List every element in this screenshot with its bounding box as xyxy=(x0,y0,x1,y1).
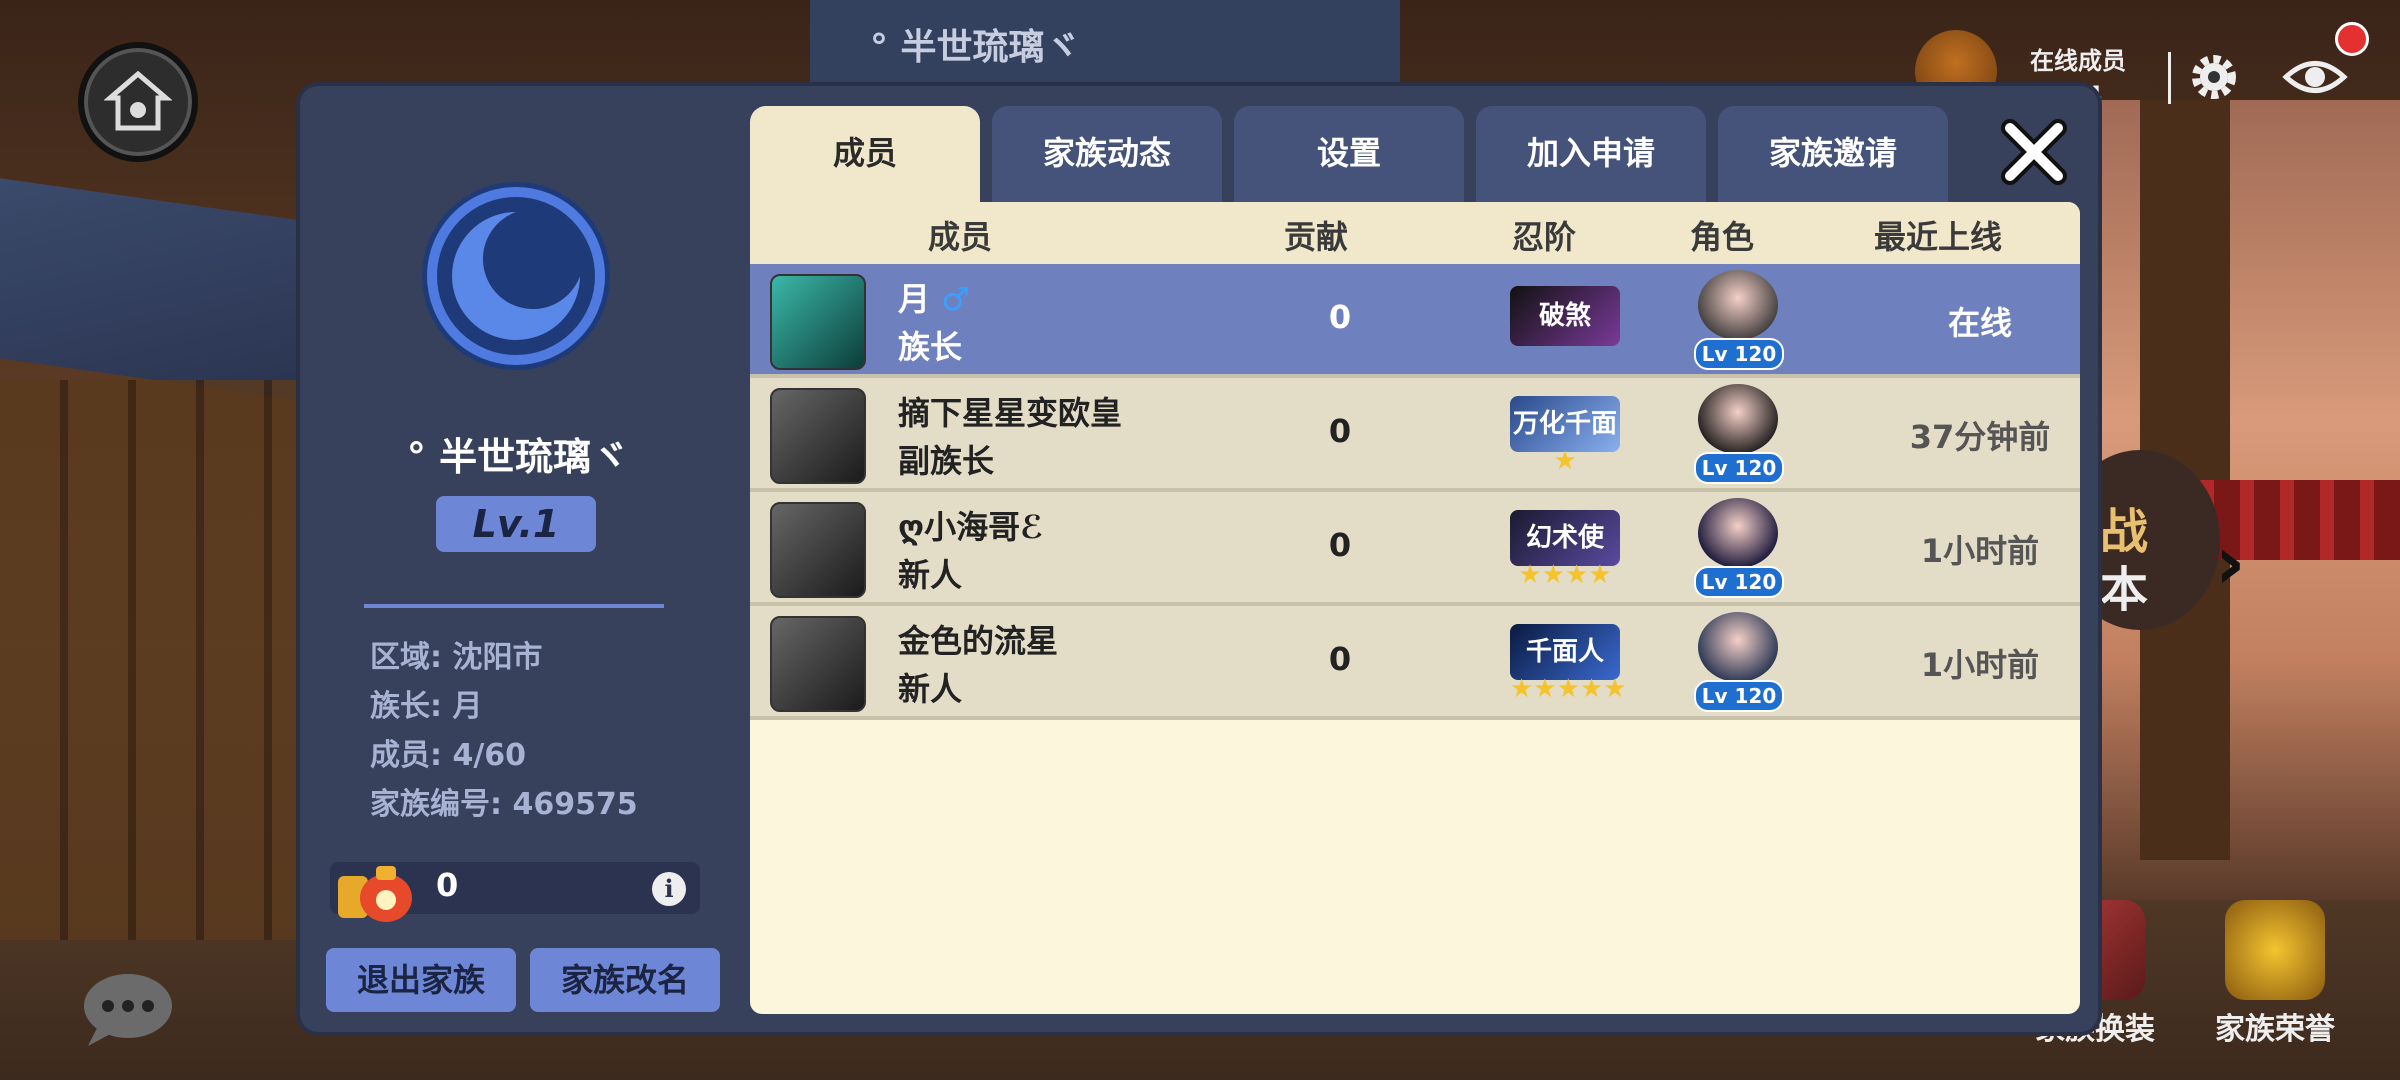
table-row[interactable]: 月 ♂ 族长 0 破煞 Lv 120 在线 xyxy=(750,264,2080,378)
member-level-badge: Lv 120 xyxy=(1694,680,1784,712)
member-avatar xyxy=(770,274,866,370)
tab-clan-invites[interactable]: 家族邀请 xyxy=(1718,106,1948,202)
money-bag-icon xyxy=(338,866,412,922)
members-table: 成员 贡献 忍阶 角色 最近上线 月 ♂ 族长 0 破煞 Lv 120 在线 摘… xyxy=(750,202,2080,1014)
clan-funds-value: 0 xyxy=(436,866,459,904)
divider xyxy=(364,604,664,608)
member-title: 副族长 xyxy=(898,442,995,480)
member-avatar xyxy=(770,502,866,598)
member-avatar xyxy=(770,616,866,712)
home-button[interactable] xyxy=(78,42,198,162)
tab-settings[interactable]: 设置 xyxy=(1234,106,1464,202)
header-last-online: 最近上线 xyxy=(1874,218,2003,256)
chat-button[interactable] xyxy=(78,970,178,1050)
member-character-avatar xyxy=(1698,270,1778,340)
member-level-badge: Lv 120 xyxy=(1694,566,1784,598)
member-last-online: 1小时前 xyxy=(1920,532,2040,570)
quit-clan-button[interactable]: 退出家族 xyxy=(326,948,516,1012)
member-character-avatar xyxy=(1698,498,1778,568)
clan-id: 家族编号: 469575 xyxy=(370,787,638,822)
rank-stars: ★ xyxy=(1553,446,1577,476)
table-header: 成员 贡献 忍阶 角色 最近上线 xyxy=(750,202,2080,264)
member-last-online: 1小时前 xyxy=(1920,646,2040,684)
clan-leader: 族长: 月 xyxy=(370,689,483,724)
member-contribution: 0 xyxy=(1328,412,1352,450)
member-rank-badge: 破煞 xyxy=(1510,286,1620,346)
header-character: 角色 xyxy=(1690,218,1755,256)
rank-stars: ★★★★ xyxy=(1518,560,1612,590)
header-contribution: 贡献 xyxy=(1284,218,1349,256)
bg-top-label-text: ° 半世琉璃ヾ xyxy=(870,27,1081,68)
tab-clan-activity[interactable]: 家族动态 xyxy=(992,106,1222,202)
close-button[interactable] xyxy=(1998,116,2070,188)
table-row[interactable]: ღ小海哥ℰ 新人 0 幻术使 ★★★★ Lv 120 1小时前 xyxy=(750,492,2080,606)
member-rank-badge: 万化千面 xyxy=(1510,396,1620,452)
male-icon: ♂ xyxy=(941,280,970,318)
clan-level-badge: Lv.1 xyxy=(436,496,596,552)
trophy-icon xyxy=(2225,900,2325,1000)
member-name: 月 ♂ xyxy=(898,280,970,318)
member-rank-badge: 幻术使 xyxy=(1510,510,1620,566)
member-name: ღ小海哥ℰ xyxy=(898,508,1044,546)
member-contribution: 0 xyxy=(1328,298,1352,336)
clan-emblem-icon xyxy=(422,182,610,370)
member-last-online: 在线 xyxy=(1947,304,2012,342)
rank-stars: ★★★★★ xyxy=(1510,674,1627,704)
chevron-right-icon[interactable]: › xyxy=(2215,520,2246,606)
side-battle-line2: 本 xyxy=(2100,562,2149,618)
member-name: 摘下星星变欧皇 xyxy=(898,394,1123,432)
hud-divider xyxy=(2168,52,2171,104)
member-title: 新人 xyxy=(898,670,963,708)
bg-wall xyxy=(0,380,310,940)
settings-button[interactable] xyxy=(2185,48,2243,106)
clan-name: ° 半世琉璃ヾ xyxy=(406,435,630,479)
member-title: 新人 xyxy=(898,556,963,594)
table-row[interactable]: 金色的流星 新人 0 千面人 ★★★★★ Lv 120 1小时前 xyxy=(750,606,2080,720)
header-member: 成员 xyxy=(928,218,993,256)
header-rank: 忍阶 xyxy=(1512,218,1577,256)
member-title: 族长 xyxy=(898,328,963,366)
table-row[interactable]: 摘下星星变欧皇 副族长 0 万化千面 ★ Lv 120 37分钟前 xyxy=(750,378,2080,492)
member-avatar xyxy=(770,388,866,484)
bg-top-label: ° 半世琉璃ヾ xyxy=(810,0,1400,90)
view-button[interactable] xyxy=(2282,48,2348,106)
clan-member-count: 成员: 4/60 xyxy=(370,738,527,773)
clan-info-panel: ° 半世琉璃ヾ Lv.1 区域: 沈阳市 族长: 月 成员: 4/60 家族编号… xyxy=(300,86,736,1032)
member-character-avatar xyxy=(1698,612,1778,682)
gear-icon xyxy=(2192,55,2236,99)
eye-icon xyxy=(2282,61,2348,93)
bg-banner xyxy=(0,178,310,402)
close-icon xyxy=(2001,119,2067,185)
clan-honor-label: 家族荣誉 xyxy=(2215,1012,2335,1047)
chat-bubble-icon xyxy=(84,974,172,1046)
clan-dialog: ° 半世琉璃ヾ Lv.1 区域: 沈阳市 族长: 月 成员: 4/60 家族编号… xyxy=(300,86,2098,1032)
member-contribution: 0 xyxy=(1328,526,1352,564)
online-members-label: 在线成员 xyxy=(2030,47,2126,75)
info-icon[interactable]: i xyxy=(652,872,686,906)
notification-dot xyxy=(2335,22,2369,56)
member-contribution: 0 xyxy=(1328,640,1352,678)
member-name: 金色的流星 xyxy=(898,622,1059,660)
member-last-online: 37分钟前 xyxy=(1909,418,2051,456)
tab-join-requests[interactable]: 加入申请 xyxy=(1476,106,1706,202)
clan-honor-button[interactable]: 家族荣誉 xyxy=(2205,900,2345,1048)
member-character-avatar xyxy=(1698,384,1778,454)
rename-clan-button[interactable]: 家族改名 xyxy=(530,948,720,1012)
member-rank-badge: 千面人 xyxy=(1510,624,1620,680)
member-level-badge: Lv 120 xyxy=(1694,338,1784,370)
member-level-badge: Lv 120 xyxy=(1694,452,1784,484)
clan-region: 区域: 沈阳市 xyxy=(370,640,543,675)
home-icon xyxy=(104,70,172,131)
